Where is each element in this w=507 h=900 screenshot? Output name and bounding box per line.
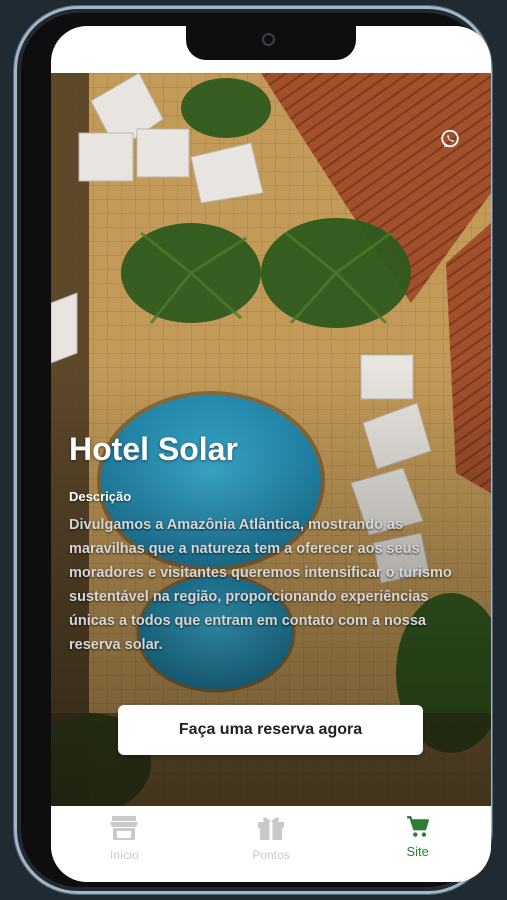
description-text: Divulgamos a Amazônia Atlântica, mostran… [69, 517, 452, 653]
nav-label-inicio: Início [109, 848, 139, 862]
phone-screen: Hotel Solar Descrição Divulgamos a Amazô… [51, 26, 491, 882]
nav-item-pontos[interactable]: Pontos [198, 806, 345, 882]
store-icon [110, 816, 139, 840]
nav-label-pontos: Pontos [252, 848, 290, 862]
nav-label-site: Site [406, 844, 429, 859]
book-now-button[interactable]: Faça uma reserva agora [118, 705, 423, 755]
cart-icon [406, 816, 429, 837]
description-label: Descrição [69, 489, 132, 504]
nav-item-inicio[interactable]: Início [51, 806, 198, 882]
camera [262, 33, 275, 46]
notch [186, 26, 356, 60]
nav-item-site[interactable]: Site [344, 806, 491, 882]
gift-icon [258, 817, 284, 840]
whatsapp-icon[interactable] [439, 128, 461, 150]
phone-frame: Hotel Solar Descrição Divulgamos a Amazô… [14, 6, 492, 894]
hotel-title: Hotel Solar [69, 431, 238, 467]
hero-section: Hotel Solar Descrição Divulgamos a Amazô… [51, 73, 491, 806]
bottom-nav: Início Pontos Site [51, 806, 491, 882]
